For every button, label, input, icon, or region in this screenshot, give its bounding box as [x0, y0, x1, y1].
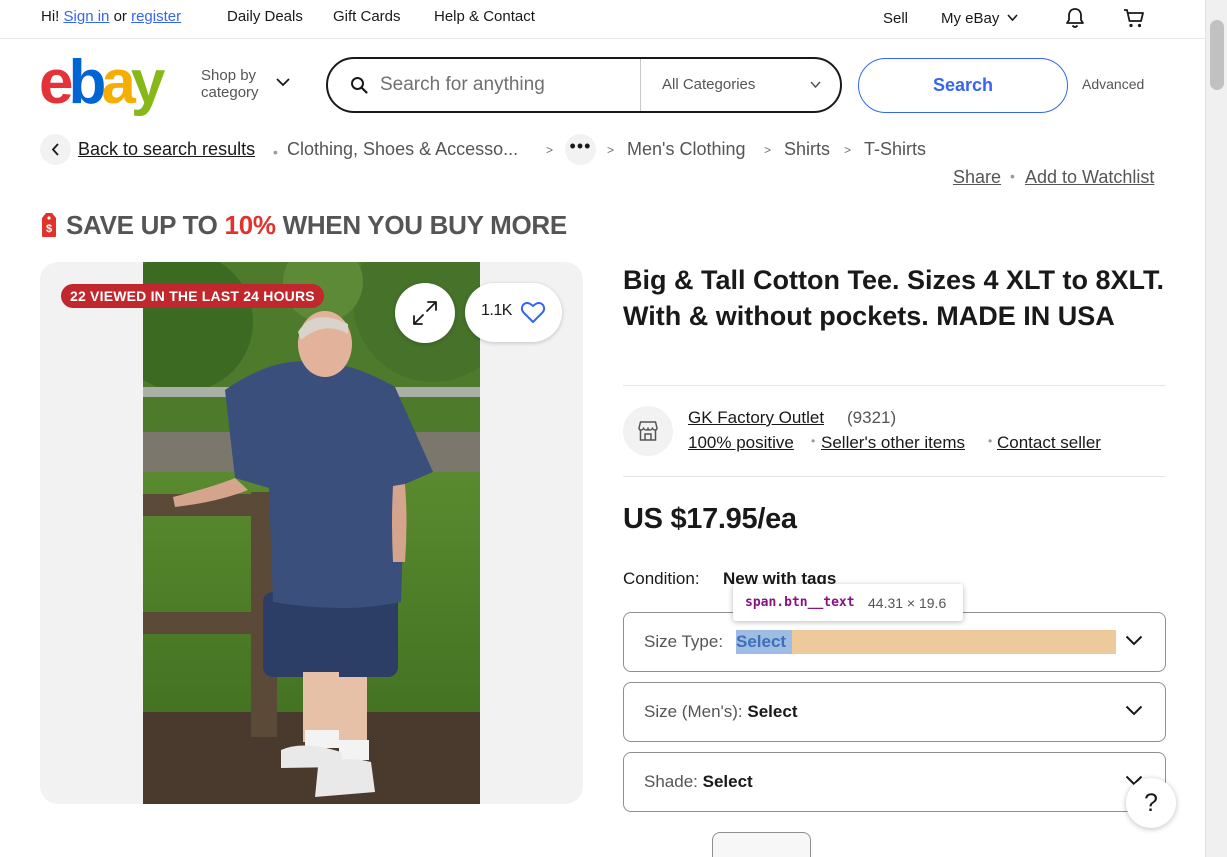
seller-positive-link[interactable]: 100% positive: [688, 433, 794, 453]
daily-deals-link[interactable]: Daily Deals: [227, 8, 303, 25]
my-ebay-link[interactable]: My eBay: [941, 10, 999, 27]
tooltip-dimensions: 44.31 × 19.6: [868, 595, 947, 611]
shade-select[interactable]: Shade: Select: [623, 752, 1166, 812]
condition-label: Condition:: [623, 569, 700, 588]
promo-banner: $ SAVE UP TO 10% WHEN YOU BUY MORE: [40, 208, 567, 242]
seller-feedback-count: (9321): [847, 408, 897, 427]
devtools-padding-highlight: [736, 630, 1116, 654]
size-type-value: Select: [736, 632, 787, 651]
search-button[interactable]: Search: [858, 58, 1068, 113]
back-button[interactable]: [40, 134, 71, 165]
breadcrumb-separator: >: [764, 143, 772, 157]
devtools-inspect-tooltip: span.btn__text 44.31 × 19.6: [733, 584, 963, 621]
help-contact-link[interactable]: Help & Contact: [434, 8, 535, 25]
help-button[interactable]: ?: [1126, 778, 1176, 828]
breadcrumb-mens-clothing[interactable]: Men's Clothing: [627, 139, 746, 160]
seller-store-avatar[interactable]: [623, 406, 673, 456]
breadcrumb-separator: >: [607, 143, 615, 157]
add-to-watchlist-link[interactable]: Add to Watchlist: [1025, 167, 1154, 188]
viewed-badge: 22 VIEWED IN THE LAST 24 HOURS: [61, 284, 324, 308]
promo-text: SAVE UP TO 10% WHEN YOU BUY MORE: [66, 210, 567, 241]
breadcrumb-t-shirts[interactable]: T-Shirts: [864, 139, 926, 160]
chevron-down-icon: [810, 81, 821, 89]
watch-count-button[interactable]: 1.1K: [465, 283, 562, 342]
breadcrumb-more-button[interactable]: •••: [565, 134, 596, 165]
link-dot: •: [1010, 168, 1015, 184]
svg-text:$: $: [46, 223, 52, 235]
sign-in-link[interactable]: Sign in: [64, 8, 110, 25]
search-input[interactable]: [380, 71, 635, 99]
quantity-input[interactable]: [712, 832, 811, 857]
product-image-gallery[interactable]: 22 VIEWED IN THE LAST 24 HOURS 1.1K: [40, 262, 583, 804]
category-select[interactable]: All Categories: [662, 76, 755, 93]
notification-bell-icon[interactable]: [1063, 6, 1087, 30]
product-photo[interactable]: [143, 262, 480, 804]
size-mens-label: Size (Men's): Select: [644, 702, 797, 722]
sell-link[interactable]: Sell: [883, 10, 908, 27]
shade-label-text: Shade:: [644, 772, 703, 791]
scrollbar-thumb[interactable]: [1210, 20, 1224, 90]
search-divider: [640, 59, 641, 111]
divider: [623, 476, 1166, 477]
product-title: Big & Tall Cotton Tee. Sizes 4 XLT to 8X…: [623, 265, 1165, 331]
chevron-down-icon: [1125, 635, 1143, 646]
back-to-search-link[interactable]: Back to search results: [78, 139, 255, 160]
chevron-down-icon: [1125, 705, 1143, 716]
watch-count: 1.1K: [481, 302, 512, 319]
advanced-search-link[interactable]: Advanced: [1082, 76, 1144, 92]
divider: [623, 385, 1166, 386]
promo-prefix: SAVE UP TO: [66, 209, 225, 240]
expand-icon: [413, 301, 437, 325]
breadcrumb-shirts[interactable]: Shirts: [784, 139, 830, 160]
seller-name-link[interactable]: GK Factory Outlet: [688, 408, 824, 428]
shop-by-category[interactable]: Shop by category: [201, 67, 259, 101]
breadcrumb-clothing[interactable]: Clothing, Shoes & Accesso...: [287, 139, 518, 160]
sign-in-greeting: Hi! Sign in or register: [41, 8, 181, 25]
expand-image-button[interactable]: [395, 283, 455, 343]
shop-by-label: Shop by: [201, 67, 257, 84]
heart-icon: [520, 302, 546, 323]
my-ebay-chevron-icon: [1007, 14, 1018, 22]
cart-icon[interactable]: [1122, 6, 1146, 30]
item-price: US $17.95/ea: [623, 503, 797, 535]
store-icon: [638, 421, 658, 441]
size-type-label: Size Type:: [644, 632, 724, 651]
promo-suffix: WHEN YOU BUY MORE: [275, 209, 568, 240]
page-scrollbar[interactable]: [1205, 0, 1227, 857]
size-mens-select[interactable]: Size (Men's): Select: [623, 682, 1166, 742]
link-dot: •: [988, 434, 993, 448]
greeting-text: Hi!: [41, 8, 60, 25]
seller-other-items-link[interactable]: Seller's other items: [821, 433, 965, 453]
or-text: or: [113, 8, 127, 25]
search-bar: All Categories: [326, 57, 842, 113]
tooltip-selector: span.btn__text: [745, 595, 855, 610]
chevron-left-icon: [51, 143, 59, 156]
contact-seller-link[interactable]: Contact seller: [997, 433, 1101, 453]
search-icon: [351, 77, 368, 94]
share-link[interactable]: Share: [953, 167, 1001, 188]
svg-text:ebay: ebay: [39, 54, 166, 116]
breadcrumb-dot: •: [273, 144, 278, 160]
breadcrumb-separator: >: [844, 143, 852, 157]
size-mens-label-text: Size (Men's):: [644, 702, 748, 721]
register-link[interactable]: register: [131, 8, 181, 25]
promo-percent: 10%: [224, 209, 276, 240]
breadcrumb-separator: >: [546, 143, 554, 157]
shade-label: Shade: Select: [644, 772, 753, 792]
size-mens-value: Select: [747, 702, 798, 721]
top-utility-bar: Hi! Sign in or register Daily Deals Gift…: [0, 0, 1205, 39]
chevron-down-icon: [276, 78, 290, 87]
category-label: category: [201, 84, 259, 101]
link-dot: •: [811, 434, 816, 448]
size-type-select[interactable]: Size Type: Select: [623, 612, 1166, 672]
gift-cards-link[interactable]: Gift Cards: [333, 8, 401, 25]
price-tag-icon: $: [42, 213, 56, 237]
ebay-logo[interactable]: ebay: [39, 54, 187, 116]
shade-value: Select: [702, 772, 753, 791]
